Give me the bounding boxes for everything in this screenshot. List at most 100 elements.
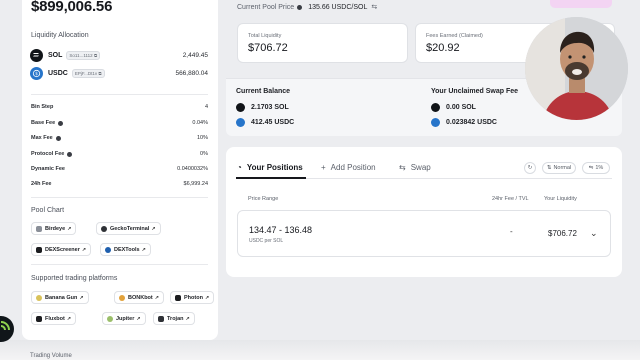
link-bonkbot[interactable]: BONKbot ↗: [114, 291, 164, 304]
divider: [31, 197, 208, 198]
link-jupiter[interactable]: Jupiter ↗: [102, 312, 146, 325]
dextools-icon: [105, 246, 111, 253]
divider: [31, 94, 208, 95]
total-liquidity-label: Total Liquidity: [248, 33, 282, 39]
chevron-down-icon[interactable]: ⌄: [590, 228, 598, 239]
refresh-button[interactable]: ↻: [524, 162, 536, 174]
fee-row-dynamic-fee: Dynamic Fee 0.0400032%: [31, 166, 208, 172]
current-balance-sol: 2.1703 SOL: [236, 103, 289, 112]
banana-icon: [36, 294, 42, 301]
webcam-overlay: [525, 17, 628, 120]
jupiter-icon: [107, 315, 113, 322]
current-balance-usdc: 412.45 USDC: [236, 118, 294, 127]
price-range-value: 134.47 - 136.48: [249, 225, 313, 235]
total-liquidity-value: $706.72: [248, 42, 288, 54]
trading-platforms-title: Supported trading platforms: [31, 275, 118, 282]
fee-row-base-fee: Base Fee 0.04%: [31, 120, 208, 126]
logo-icon: [0, 316, 14, 342]
sliders-icon: ⇋: [588, 165, 594, 171]
tab-swap[interactable]: ⇆ Swap: [399, 163, 431, 172]
pool-price-value: 135.66 USDC/SOL: [308, 3, 368, 11]
token-symbol: SOL: [48, 51, 63, 59]
action-button[interactable]: [550, 0, 612, 8]
fee-tvl-value: -: [510, 227, 513, 236]
liquidity-allocation-title: Liquidity Allocation: [31, 32, 89, 39]
svg-text:$: $: [35, 71, 38, 77]
slippage-button[interactable]: ⇋ 1%: [582, 162, 610, 174]
fluxbot-icon: [36, 315, 42, 322]
tab-your-positions[interactable]: ◔ Your Positions: [237, 163, 303, 172]
pool-info-panel: $899,006.56 Liquidity Allocation SOL So1…: [22, 0, 218, 340]
external-link-icon: ↗: [67, 225, 72, 232]
fee-row-protocol-fee: Protocol Fee 0%: [31, 151, 208, 157]
toggle-icon: ⇅: [546, 165, 552, 171]
birdeye-icon: [36, 225, 42, 232]
link-geckoterminal[interactable]: GeckoTerminal ↗: [96, 222, 161, 235]
fee-row-max-fee: Max Fee 10%: [31, 135, 208, 141]
position-row[interactable]: 134.47 - 136.48 USDC per SOL - $706.72 ⌄: [237, 210, 611, 257]
external-link-icon: ↗: [154, 294, 159, 301]
link-birdeye[interactable]: Birdeye ↗: [31, 222, 77, 235]
liquidity-value: $706.72: [548, 229, 577, 238]
plus-icon: +: [321, 163, 326, 172]
current-pool-price: Current Pool Price 135.66 USDC/SOL ⇆: [237, 3, 378, 12]
external-link-icon: ↗: [136, 315, 141, 322]
external-link-icon: ↗: [79, 294, 84, 301]
unclaimed-fee-title: Your Unclaimed Swap Fee: [431, 88, 519, 95]
fee-row-24h-fee: 24h Fee $6,999.24: [31, 181, 208, 187]
info-icon[interactable]: [67, 151, 73, 157]
pool-chart-title: Pool Chart: [31, 207, 65, 214]
unclaimed-fee-usdc: 0.023842 USDC: [431, 118, 497, 127]
token-amount: 566,880.04: [175, 69, 208, 77]
tab-add-position[interactable]: + Add Position: [321, 163, 376, 172]
link-dextools[interactable]: DEXTools ↗: [100, 243, 151, 256]
swap-direction-icon[interactable]: ⇆: [371, 3, 377, 11]
fee-row-bin-step: Bin Step 4: [31, 104, 208, 110]
positions-icon: ◔: [237, 163, 242, 172]
sol-icon: [236, 103, 245, 112]
info-icon[interactable]: [55, 135, 61, 141]
token-address[interactable]: So11...1112 ⧉: [66, 50, 101, 60]
col-fee-tvl: 24hr Fee / TVL: [492, 196, 529, 202]
usdc-icon: [431, 118, 440, 127]
token-symbol: USDC: [48, 69, 68, 77]
mode-toggle[interactable]: ⇅ Normal: [542, 162, 576, 174]
usdc-icon: [236, 118, 245, 127]
total-value: $899,006.56: [31, 0, 113, 15]
bonkbot-icon: [119, 294, 125, 301]
link-photon[interactable]: Photon ↗: [170, 291, 215, 304]
dexscreener-icon: [36, 246, 42, 253]
link-trojan[interactable]: Trojan ↗: [153, 312, 195, 325]
current-balance-title: Current Balance: [236, 88, 291, 95]
photon-icon: [175, 294, 181, 301]
geckoterminal-icon: [101, 225, 107, 232]
total-liquidity-card: Total Liquidity $706.72: [237, 23, 408, 63]
token-address[interactable]: EPjF...Dt1v ⧉: [71, 68, 105, 78]
active-tab-indicator: [236, 177, 306, 179]
info-icon[interactable]: [297, 4, 303, 10]
price-range-unit: USDC per SOL: [249, 238, 284, 244]
unclaimed-fee-sol: 0.00 SOL: [431, 103, 476, 112]
link-dexscreener[interactable]: DEXScreener ↗: [31, 243, 92, 256]
swap-icon: ⇆: [399, 163, 406, 172]
trading-volume-title: Trading Volume: [30, 353, 72, 359]
token-amount: 2,449.45: [182, 51, 208, 59]
external-link-icon: ↗: [81, 246, 87, 253]
trojan-icon: [158, 315, 164, 322]
token-row-usdc: $ USDC EPjF...Dt1v ⧉ 566,880.04: [30, 65, 208, 81]
info-icon[interactable]: [58, 120, 64, 126]
refresh-icon: ↻: [527, 165, 533, 171]
external-link-icon: ↗: [185, 315, 190, 322]
external-link-icon: ↗: [66, 315, 72, 322]
link-fluxbot[interactable]: Fluxbot ↗: [31, 312, 77, 325]
token-row-sol: SOL So11...1112 ⧉ 2,449.45: [30, 47, 208, 63]
external-link-icon: ↗: [141, 246, 146, 253]
col-price-range: Price Range: [248, 196, 279, 202]
usdc-icon: $: [30, 66, 43, 80]
sol-icon: [30, 48, 43, 62]
link-banana-gun[interactable]: Banana Gun ↗: [31, 291, 89, 304]
divider: [31, 264, 208, 265]
external-link-icon: ↗: [151, 225, 156, 232]
copy-icon: ⧉: [98, 70, 102, 76]
sol-icon: [431, 103, 440, 112]
